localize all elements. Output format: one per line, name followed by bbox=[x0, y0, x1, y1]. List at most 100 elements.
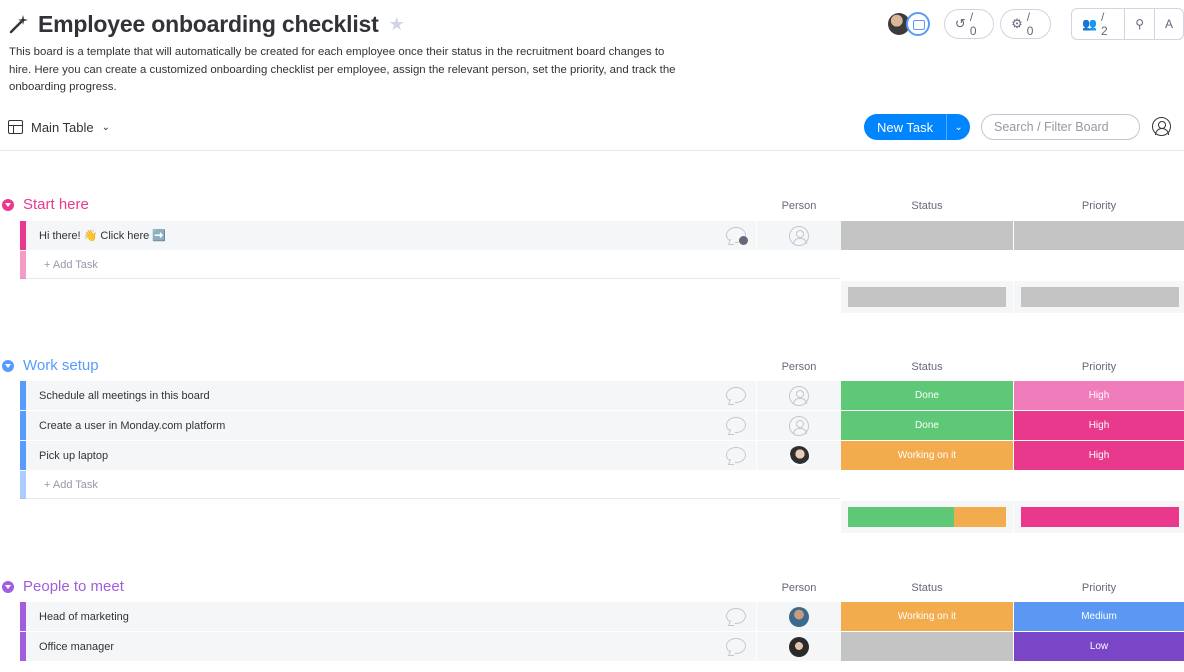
activity-count: / 0 bbox=[969, 10, 977, 38]
item-name-cell[interactable]: Create a user in Monday.com platform bbox=[20, 411, 756, 440]
column-header-person[interactable]: Person bbox=[757, 200, 841, 212]
add-task-cell bbox=[20, 471, 840, 499]
table-row[interactable]: Schedule all meetings in this board Done… bbox=[0, 381, 1184, 411]
item-name[interactable]: Office manager bbox=[39, 641, 114, 653]
person-cell[interactable] bbox=[757, 411, 841, 440]
board-owners-avatars[interactable] bbox=[888, 10, 932, 38]
updates-icon[interactable] bbox=[726, 387, 746, 403]
priority-summary-bar[interactable] bbox=[1021, 287, 1179, 307]
empty-person-icon bbox=[789, 385, 809, 406]
status-summary-bar[interactable] bbox=[848, 507, 1006, 527]
chevron-down-icon: ⌄ bbox=[954, 121, 963, 133]
column-header-status[interactable]: Status bbox=[841, 582, 1013, 594]
star-icon[interactable]: ★ bbox=[389, 14, 405, 35]
priority-summary-bar[interactable] bbox=[1021, 507, 1179, 527]
automations-button[interactable]: ⚙ / 0 bbox=[1000, 9, 1052, 39]
item-name[interactable]: Pick up laptop bbox=[39, 450, 108, 462]
view-selector[interactable]: Main Table ⌄ bbox=[8, 116, 110, 138]
column-header-status[interactable]: Status bbox=[841, 361, 1013, 373]
table-row[interactable]: Pick up laptop Working on it High bbox=[0, 441, 1184, 471]
add-task-input[interactable] bbox=[44, 259, 344, 271]
updates-icon[interactable] bbox=[726, 447, 746, 463]
priority-cell[interactable]: Medium bbox=[1014, 602, 1184, 631]
status-cell[interactable] bbox=[841, 632, 1013, 661]
status-cell[interactable]: Working on it bbox=[841, 441, 1013, 470]
column-header-person[interactable]: Person bbox=[757, 361, 841, 373]
more-button[interactable]: A bbox=[1155, 9, 1183, 39]
add-task-input[interactable] bbox=[44, 479, 344, 491]
table-row[interactable]: Hi there! 👋 Click here ➡️ bbox=[0, 221, 1184, 251]
person-cell[interactable] bbox=[757, 632, 841, 661]
group-color-bar bbox=[20, 471, 26, 499]
view-name: Main Table bbox=[31, 119, 94, 135]
table-row[interactable]: Office manager Low bbox=[0, 632, 1184, 662]
priority-cell[interactable]: Low bbox=[1014, 632, 1184, 661]
group-collapse-icon[interactable] bbox=[2, 360, 14, 372]
updates-icon[interactable] bbox=[726, 608, 746, 624]
item-name-cell[interactable]: Head of marketing bbox=[20, 602, 756, 631]
status-cell[interactable] bbox=[841, 221, 1013, 250]
board-description[interactable]: This board is a template that will autom… bbox=[9, 44, 689, 97]
avatar[interactable] bbox=[789, 445, 809, 466]
person-cell[interactable] bbox=[757, 441, 841, 470]
updates-icon[interactable] bbox=[726, 227, 748, 245]
group-collapse-icon[interactable] bbox=[2, 199, 14, 211]
page-title[interactable]: Employee onboarding checklist bbox=[38, 11, 379, 38]
column-header-priority[interactable]: Priority bbox=[1014, 582, 1184, 594]
person-cell[interactable] bbox=[757, 221, 841, 250]
members-button[interactable]: 👥 / 2 bbox=[1072, 9, 1126, 39]
empty-person-icon bbox=[789, 225, 809, 246]
item-name[interactable]: Create a user in Monday.com platform bbox=[39, 420, 225, 432]
item-name[interactable]: Hi there! 👋 Click here ➡️ bbox=[39, 229, 166, 242]
item-name[interactable]: Schedule all meetings in this board bbox=[39, 390, 210, 402]
person-cell[interactable] bbox=[757, 381, 841, 410]
item-name-cell[interactable]: Office manager bbox=[20, 632, 756, 661]
updates-icon[interactable] bbox=[726, 638, 746, 654]
new-task-dropdown-button[interactable]: ⌄ bbox=[946, 114, 971, 140]
invite-button[interactable]: ⚲ bbox=[1125, 9, 1155, 39]
item-name[interactable]: Head of marketing bbox=[39, 611, 129, 623]
avatar[interactable] bbox=[789, 606, 809, 627]
empty-person-icon bbox=[789, 415, 809, 436]
user-filter-icon[interactable] bbox=[1152, 117, 1171, 136]
add-task-row bbox=[0, 251, 1184, 279]
group-summary-row bbox=[0, 279, 1184, 315]
group-title[interactable]: Work setup bbox=[23, 357, 99, 374]
column-header-priority[interactable]: Priority bbox=[1014, 361, 1184, 373]
activity-button[interactable]: ↺ / 0 bbox=[943, 9, 995, 39]
group-header: Work setup Person Status Priority bbox=[0, 354, 1184, 378]
column-header-person[interactable]: Person bbox=[757, 582, 841, 594]
column-header-priority[interactable]: Priority bbox=[1014, 200, 1184, 212]
group-title[interactable]: Start here bbox=[23, 196, 89, 213]
status-summary-working bbox=[953, 507, 1006, 527]
search-input[interactable] bbox=[981, 114, 1140, 140]
avatar[interactable] bbox=[789, 636, 809, 657]
table-row[interactable]: Create a user in Monday.com platform Don… bbox=[0, 411, 1184, 441]
item-name-cell[interactable]: Hi there! 👋 Click here ➡️ bbox=[20, 221, 756, 250]
priority-cell[interactable]: High bbox=[1014, 441, 1184, 470]
people-icon: 👥 bbox=[1082, 17, 1098, 31]
group-color-bar bbox=[20, 441, 26, 470]
table-row[interactable]: Head of marketing Working on it Medium bbox=[0, 602, 1184, 632]
priority-cell[interactable] bbox=[1014, 221, 1184, 250]
priority-cell[interactable]: High bbox=[1014, 411, 1184, 440]
person-cell[interactable] bbox=[757, 602, 841, 631]
new-task-button-group: New Task ⌄ bbox=[864, 114, 971, 140]
members-count: / 2 bbox=[1101, 10, 1108, 38]
more-label: A bbox=[1164, 17, 1173, 31]
updates-icon[interactable] bbox=[726, 417, 746, 433]
new-task-button[interactable]: New Task bbox=[864, 114, 947, 140]
item-name-cell[interactable]: Schedule all meetings in this board bbox=[20, 381, 756, 410]
group-summary-row bbox=[0, 499, 1184, 535]
add-task-cell bbox=[20, 251, 840, 279]
item-name-cell[interactable]: Pick up laptop bbox=[20, 441, 756, 470]
status-cell[interactable]: Done bbox=[841, 411, 1013, 440]
chevron-down-icon: ⌄ bbox=[101, 121, 111, 133]
status-cell[interactable]: Done bbox=[841, 381, 1013, 410]
priority-cell[interactable]: High bbox=[1014, 381, 1184, 410]
status-cell[interactable]: Working on it bbox=[841, 602, 1013, 631]
group-collapse-icon[interactable] bbox=[2, 581, 14, 593]
group-title[interactable]: People to meet bbox=[23, 578, 124, 595]
column-header-status[interactable]: Status bbox=[841, 200, 1013, 212]
status-summary-bar[interactable] bbox=[848, 287, 1006, 307]
